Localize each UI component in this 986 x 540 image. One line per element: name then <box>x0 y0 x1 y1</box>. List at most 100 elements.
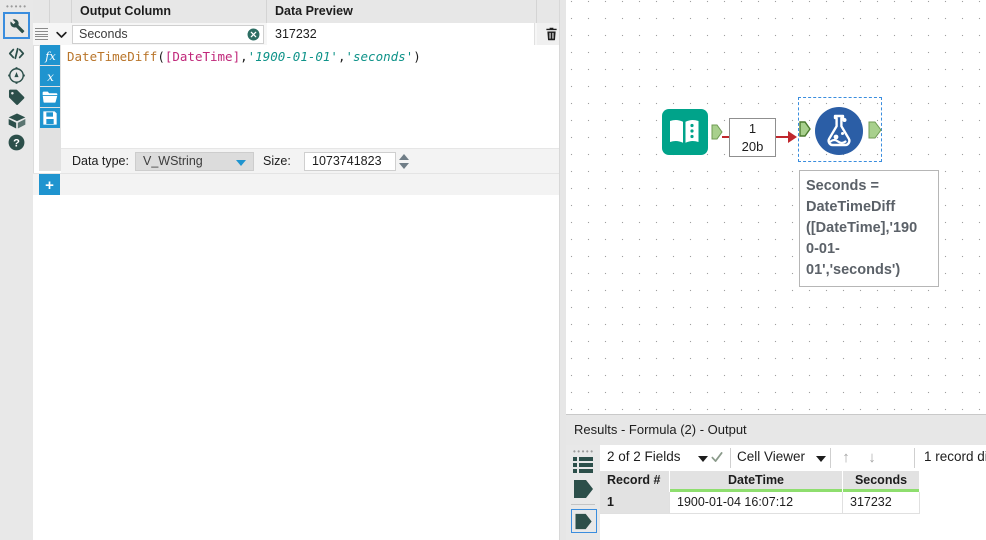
rail-grip-dots[interactable]: ••••• <box>6 3 28 11</box>
column-header-data-preview[interactable]: Data Preview <box>267 0 537 23</box>
column-header-output-column[interactable]: Output Column <box>72 0 267 23</box>
formula-token-punct: , <box>240 49 248 64</box>
annotation-line: 0-01- <box>806 241 840 257</box>
code-icon <box>7 44 26 63</box>
formula-token-string: '1900-01-01' <box>247 49 338 64</box>
formula-token-punct: ) <box>413 49 421 64</box>
connection-arrow-icon <box>788 131 797 143</box>
chevron-down-icon[interactable] <box>50 23 72 45</box>
output-anchor-formula[interactable] <box>868 121 882 139</box>
results-rail-grip-dots[interactable]: ••••• <box>573 448 595 456</box>
column-header-datetime[interactable]: DateTime <box>670 471 843 492</box>
toolbar-divider <box>830 448 831 468</box>
results-icon-rail: ••••• <box>566 445 601 540</box>
toolbar-divider <box>914 448 915 468</box>
config-panel-empty-area <box>33 195 566 540</box>
datatype-select[interactable]: V_WString <box>135 152 254 171</box>
formula-row: Seconds 317232 <box>33 23 566 46</box>
save-file-button[interactable] <box>40 108 60 128</box>
formula-editor-toolstrip: fx x <box>39 45 61 171</box>
results-flag-icon[interactable] <box>573 479 595 499</box>
check-icon[interactable] <box>710 450 724 464</box>
configuration-panel: ••••• ? Output Column Data Preview Secon… <box>0 0 566 540</box>
tool-icon-rail: ••••• ? <box>0 0 34 540</box>
results-rail-divider <box>571 504 595 505</box>
drag-handle-icon[interactable] <box>35 26 48 42</box>
grid-header-drag-spacer <box>33 0 50 23</box>
cell-viewer-label[interactable]: Cell Viewer <box>737 449 805 464</box>
formula-token-punct: ( <box>157 49 165 64</box>
connection-record-label[interactable]: 1 20b <box>729 118 776 157</box>
datatype-bar: Data type: V_WString Size: 1073741823 <box>61 148 566 174</box>
panel-splitter[interactable] <box>559 0 566 540</box>
results-title: Results - Formula (2) - Output <box>574 422 747 437</box>
stepper-down-icon[interactable] <box>399 163 409 170</box>
chevron-down-icon <box>236 160 246 166</box>
toolbar-divider <box>730 448 731 468</box>
datatype-label: Data type: <box>72 154 129 168</box>
column-header-datetime-label: DateTime <box>727 473 785 487</box>
formula-tool[interactable] <box>814 106 864 156</box>
datatype-value: V_WString <box>143 154 203 168</box>
formula-token-field: [DateTime] <box>164 49 241 64</box>
variable-button[interactable]: x <box>40 66 60 86</box>
column-header-record-label: Record # <box>607 473 661 487</box>
size-input[interactable]: 1073741823 <box>304 152 396 171</box>
annotation-line: DateTimeDiff <box>806 199 896 215</box>
formula-token-string: 'seconds' <box>345 49 414 64</box>
stepper-up-icon[interactable] <box>399 153 409 160</box>
svg-text:x: x <box>47 70 54 84</box>
results-panel: Results - Formula (2) - Output ••••• 2 o… <box>566 414 986 540</box>
formula-editor[interactable]: DateTimeDiff([DateTime],'1900-01-01','se… <box>61 45 566 148</box>
help-icon: ? <box>7 133 26 152</box>
arrow-up-icon[interactable]: ↑ <box>838 449 854 467</box>
output-column-input[interactable]: Seconds <box>72 25 264 44</box>
annotation-line: Seconds = <box>806 178 879 194</box>
wrench-icon <box>7 16 26 35</box>
results-toolbar: 2 of 2 Fields Cell Viewer ↑ ↓ 1 record d… <box>600 445 986 472</box>
arrow-down-icon[interactable]: ↓ <box>864 449 880 467</box>
add-formula-button[interactable]: + <box>39 174 60 196</box>
workflow-canvas[interactable]: 1 20b Seconds = DateTimeDiff ([DateTime]… <box>566 0 986 414</box>
results-table: Record # DateTime Seconds 1 1900-01-04 1… <box>600 471 986 540</box>
add-row-strip: + <box>33 173 566 197</box>
open-file-button[interactable] <box>40 87 60 107</box>
input-anchor-formula[interactable] <box>799 121 811 137</box>
chevron-down-icon[interactable] <box>816 456 826 462</box>
sidebar-item-help[interactable]: ? <box>3 129 30 156</box>
clear-circle-icon[interactable] <box>247 28 260 41</box>
output-column-value: Seconds <box>79 27 128 41</box>
tool-annotation[interactable]: Seconds = DateTimeDiff ([DateTime],'190 … <box>799 170 939 287</box>
sidebar-item-configuration[interactable] <box>3 12 30 39</box>
connection-record-count: 1 <box>748 121 757 136</box>
grid-header-expand-spacer <box>50 0 72 23</box>
formula-grid-header: Output Column Data Preview <box>33 0 566 24</box>
book-icon <box>662 109 708 155</box>
results-title-bar: Results - Formula (2) - Output <box>566 415 986 446</box>
table-row[interactable]: 1 <box>600 492 670 514</box>
table-row[interactable]: 1900-01-04 16:07:12 <box>670 492 843 514</box>
package-icon <box>7 111 27 131</box>
table-row[interactable]: 317232 <box>843 492 920 514</box>
annotation-line: 01','seconds') <box>806 262 901 278</box>
fields-selector-label[interactable]: 2 of 2 Fields <box>607 449 681 464</box>
column-header-record[interactable]: Record # <box>600 471 670 492</box>
compass-icon <box>7 66 26 85</box>
function-button[interactable]: fx <box>40 45 60 65</box>
column-header-seconds-label: Seconds <box>854 473 908 487</box>
results-list-icon[interactable] <box>573 456 593 474</box>
results-output-anchor-icon[interactable] <box>571 509 597 533</box>
size-stepper[interactable] <box>396 152 412 171</box>
alteryx-window: ••••• ? Output Column Data Preview Secon… <box>0 0 986 540</box>
tag-icon <box>7 88 26 107</box>
text-input-tool[interactable] <box>661 108 709 156</box>
annotation-line: ([DateTime],'190 <box>806 220 918 236</box>
size-value: 1073741823 <box>312 154 382 168</box>
column-header-seconds[interactable]: Seconds <box>843 471 920 492</box>
formula-expression: DateTimeDiff([DateTime],'1900-01-01','se… <box>67 49 421 64</box>
record-status-text: 1 record disp <box>924 449 986 464</box>
formula-token-function: DateTimeDiff <box>67 49 158 64</box>
size-label: Size: <box>263 154 291 168</box>
flask-icon <box>815 107 863 155</box>
chevron-down-icon[interactable] <box>698 456 708 462</box>
